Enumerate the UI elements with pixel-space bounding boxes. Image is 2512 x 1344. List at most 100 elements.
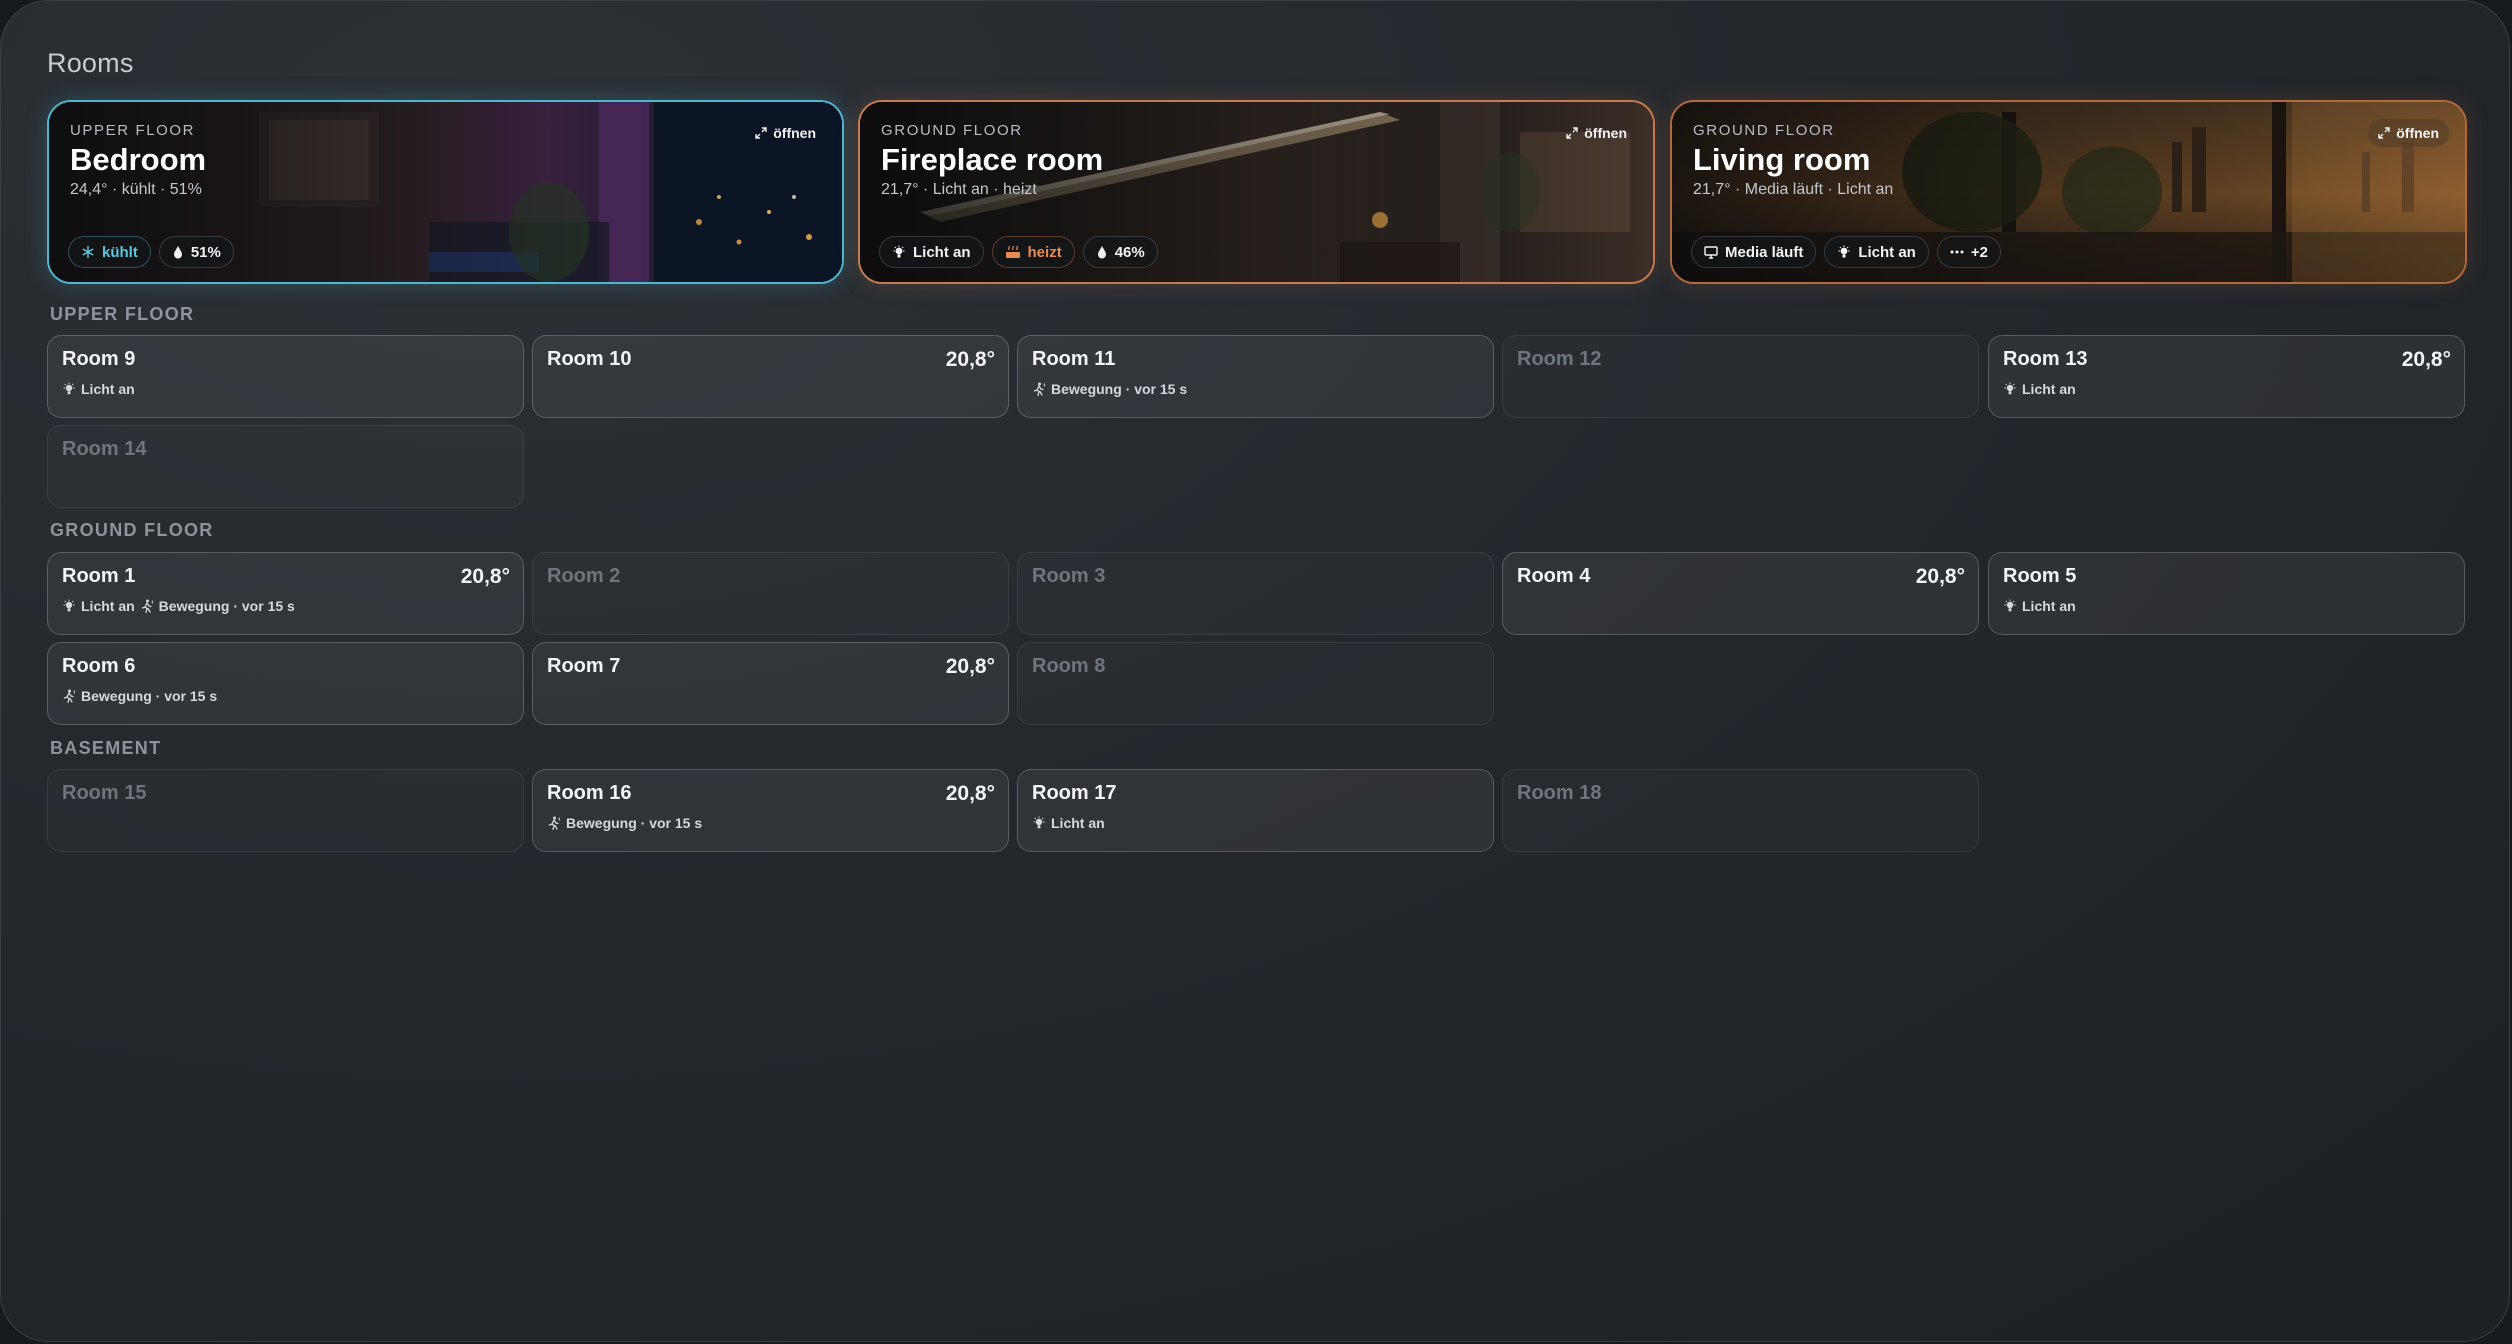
status-chip-heating[interactable]: heizt [991, 236, 1075, 268]
status-chip-more[interactable]: +2 [1936, 236, 2001, 268]
room-tile[interactable]: Room 10 20,8° [532, 335, 1009, 418]
room-tile[interactable]: Room 13 20,8° Licht an [1988, 335, 2465, 418]
open-button[interactable]: öffnen [745, 119, 826, 147]
hero-chips: Licht an heizt 46% [879, 236, 1158, 268]
status-chip-humidity[interactable]: 51% [158, 236, 234, 268]
motion-icon [62, 689, 76, 703]
expand-icon [2378, 127, 2390, 139]
status-chip-light[interactable]: Licht an [879, 236, 984, 268]
room-tile[interactable]: Room 5 Licht an [1988, 552, 2465, 635]
open-button[interactable]: öffnen [2368, 119, 2449, 147]
room-tile[interactable]: Room 6 Bewegung · vor 15 s [47, 642, 524, 725]
chip-label: +2 [1970, 243, 1988, 261]
room-name: Room 10 [547, 348, 632, 370]
open-button[interactable]: öffnen [1556, 119, 1637, 147]
room-name: Room 1 [62, 565, 136, 587]
hero-floor-label: GROUND FLOOR [1693, 122, 1835, 139]
chip-label: Licht an [1858, 243, 1916, 261]
room-name: Room 4 [1517, 565, 1591, 587]
heater-icon [1005, 245, 1021, 259]
room-status-text: Licht an [2022, 598, 2076, 614]
room-name: Room 8 [1032, 655, 1106, 677]
hero-room-name: Bedroom [70, 142, 207, 177]
room-tile[interactable]: Room 4 20,8° [1502, 552, 1979, 635]
room-status-text: Licht an [81, 381, 135, 397]
room-status: Licht an [62, 381, 135, 397]
room-status: Licht an Bewegung · vor 15 s [62, 598, 295, 614]
motion-icon [547, 816, 561, 830]
chip-label: 51% [190, 243, 221, 261]
motion-icon [140, 599, 154, 613]
room-tile[interactable]: Room 17 Licht an [1017, 769, 1494, 852]
room-temperature: 20,8° [945, 655, 995, 678]
room-status-text: Licht an [1051, 815, 1105, 831]
room-tile[interactable]: Room 18 [1502, 769, 1979, 852]
expand-icon [755, 127, 767, 139]
lightbulb-icon [2003, 599, 2017, 613]
room-name: Room 17 [1032, 782, 1117, 804]
lightbulb-icon [62, 599, 76, 613]
room-name: Room 9 [62, 348, 136, 370]
room-name: Room 3 [1032, 565, 1106, 587]
chip-label: Media läuft [1725, 243, 1804, 261]
room-name: Room 7 [547, 655, 621, 677]
room-status: Licht an [2003, 598, 2076, 614]
snowflake-icon [81, 245, 95, 259]
room-tile[interactable]: Room 8 [1017, 642, 1494, 725]
chip-label: kühlt [102, 243, 138, 261]
more-icon [1950, 250, 1964, 254]
room-tile[interactable]: Room 11 Bewegung · vor 15 s [1017, 335, 1494, 418]
room-name: Room 11 [1032, 348, 1116, 370]
hero-card-bedroom[interactable]: UPPER FLOOR Bedroom 24,4° · kühlt · 51% … [47, 100, 844, 284]
room-status-text: Bewegung · vor 15 s [1051, 381, 1188, 397]
rooms-dashboard: Rooms UPPER FLOOR Bedroom 24,4° · kühlt … [0, 0, 2510, 1342]
room-name: Room 13 [2003, 348, 2088, 370]
room-tile[interactable]: Room 3 [1017, 552, 1494, 635]
room-temperature: 20,8° [2401, 348, 2451, 371]
open-label: öffnen [1584, 125, 1627, 141]
chip-label: Licht an [913, 243, 971, 261]
room-status-text: Licht an [81, 598, 135, 614]
hero-floor-label: GROUND FLOOR [881, 122, 1023, 139]
hero-card-living-room[interactable]: GROUND FLOOR Living room 21,7° · Media l… [1670, 100, 2467, 284]
room-status-text: Bewegung · vor 15 s [158, 598, 295, 614]
room-tile[interactable]: Room 2 [532, 552, 1009, 635]
room-tile[interactable]: Room 14 [47, 425, 524, 508]
hero-summary: 21,7° · Licht an · heizt [881, 181, 1037, 198]
room-name: Room 5 [2003, 565, 2077, 587]
room-temperature: 20,8° [945, 348, 995, 371]
status-chip-light[interactable]: Licht an [1824, 236, 1929, 268]
room-tile[interactable]: Room 12 [1502, 335, 1979, 418]
room-tile[interactable]: Room 16 20,8° Bewegung · vor 15 s [532, 769, 1009, 852]
open-label: öffnen [2396, 125, 2439, 141]
hero-room-name: Living room [1693, 142, 1871, 177]
droplet-icon [172, 245, 184, 259]
room-name: Room 14 [62, 438, 147, 460]
room-tile[interactable]: Room 15 [47, 769, 524, 852]
room-name: Room 16 [547, 782, 632, 804]
motion-icon [1032, 382, 1046, 396]
lightbulb-icon [1032, 816, 1046, 830]
monitor-icon [1704, 245, 1718, 259]
room-name: Room 12 [1517, 348, 1602, 370]
section-label-ground-floor: GROUND FLOOR [50, 520, 214, 540]
status-chip-media[interactable]: Media läuft [1691, 236, 1817, 268]
room-tile[interactable]: Room 1 20,8° Licht an Bewegung · vor 15 s [47, 552, 524, 635]
hero-summary: 24,4° · kühlt · 51% [70, 181, 202, 198]
chip-label: 46% [1114, 243, 1145, 261]
section-label-upper-floor: UPPER FLOOR [50, 304, 195, 324]
status-chip-cooling[interactable]: kühlt [68, 236, 151, 268]
room-temperature: 20,8° [460, 565, 510, 588]
room-status-text: Bewegung · vor 15 s [566, 815, 703, 831]
room-temperature: 20,8° [1915, 565, 1965, 588]
lightbulb-icon [2003, 382, 2017, 396]
room-status-text: Bewegung · vor 15 s [81, 688, 218, 704]
hero-card-fireplace-room[interactable]: GROUND FLOOR Fireplace room 21,7° · Lich… [858, 100, 1655, 284]
status-chip-humidity[interactable]: 46% [1082, 236, 1158, 268]
lightbulb-icon [1837, 245, 1851, 259]
room-tile[interactable]: Room 7 20,8° [532, 642, 1009, 725]
droplet-icon [1096, 245, 1108, 259]
room-tile[interactable]: Room 9 Licht an [47, 335, 524, 418]
hero-summary: 21,7° · Media läuft · Licht an [1693, 181, 1894, 198]
room-status: Licht an [1032, 815, 1105, 831]
